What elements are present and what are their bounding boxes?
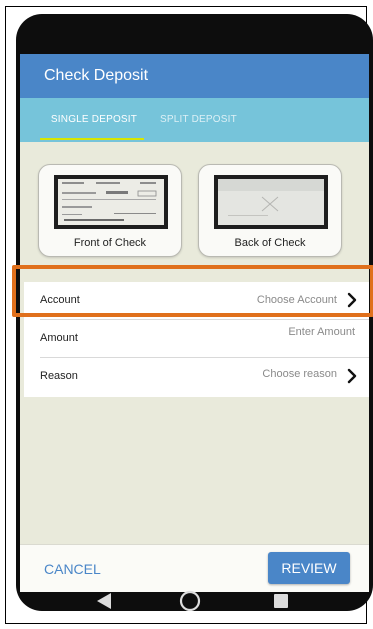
active-tab-indicator: [40, 138, 144, 140]
review-button[interactable]: REVIEW: [268, 552, 350, 584]
action-bar: CANCEL REVIEW: [20, 544, 369, 592]
app-bar: Check Deposit: [20, 54, 369, 98]
back-of-check-card[interactable]: Back of Check: [198, 164, 342, 257]
page-title: Check Deposit: [44, 67, 149, 84]
account-row[interactable]: Account Choose Account: [24, 282, 369, 318]
chevron-right-icon: [347, 368, 357, 384]
back-icon[interactable]: [96, 592, 112, 610]
tab-bar: SINGLE DEPOSIT SPLIT DEPOSIT: [20, 98, 369, 142]
front-of-check-label: Front of Check: [73, 237, 147, 249]
front-of-check-card[interactable]: Front of Check: [38, 164, 182, 257]
account-label: Account: [40, 294, 80, 306]
reason-row[interactable]: Reason Choose reason: [24, 358, 369, 394]
back-check-image: [214, 175, 328, 229]
app-screen: Check Deposit SINGLE DEPOSIT SPLIT DEPOS…: [20, 54, 369, 592]
chevron-right-icon: [347, 292, 357, 308]
back-of-check-label: Back of Check: [234, 237, 306, 249]
tab-single-deposit[interactable]: SINGLE DEPOSIT: [42, 98, 146, 142]
reason-label: Reason: [40, 370, 78, 382]
account-value: Choose Account: [256, 294, 337, 306]
amount-input[interactable]: Enter Amount: [288, 314, 355, 350]
tab-split-deposit[interactable]: SPLIT DEPOSIT: [160, 98, 250, 142]
home-icon[interactable]: [179, 590, 201, 611]
front-check-image: [54, 175, 168, 229]
deposit-form: Account Choose Account Amount Enter Amou…: [24, 282, 369, 397]
amount-label: Amount: [40, 332, 78, 344]
android-nav-bar: [16, 590, 373, 611]
phone-device: Check Deposit SINGLE DEPOSIT SPLIT DEPOS…: [16, 14, 373, 611]
recents-icon[interactable]: [273, 593, 289, 609]
cancel-button[interactable]: CANCEL: [44, 555, 101, 583]
amount-row[interactable]: Amount Enter Amount: [24, 320, 369, 356]
reason-value: Choose reason: [262, 368, 337, 380]
